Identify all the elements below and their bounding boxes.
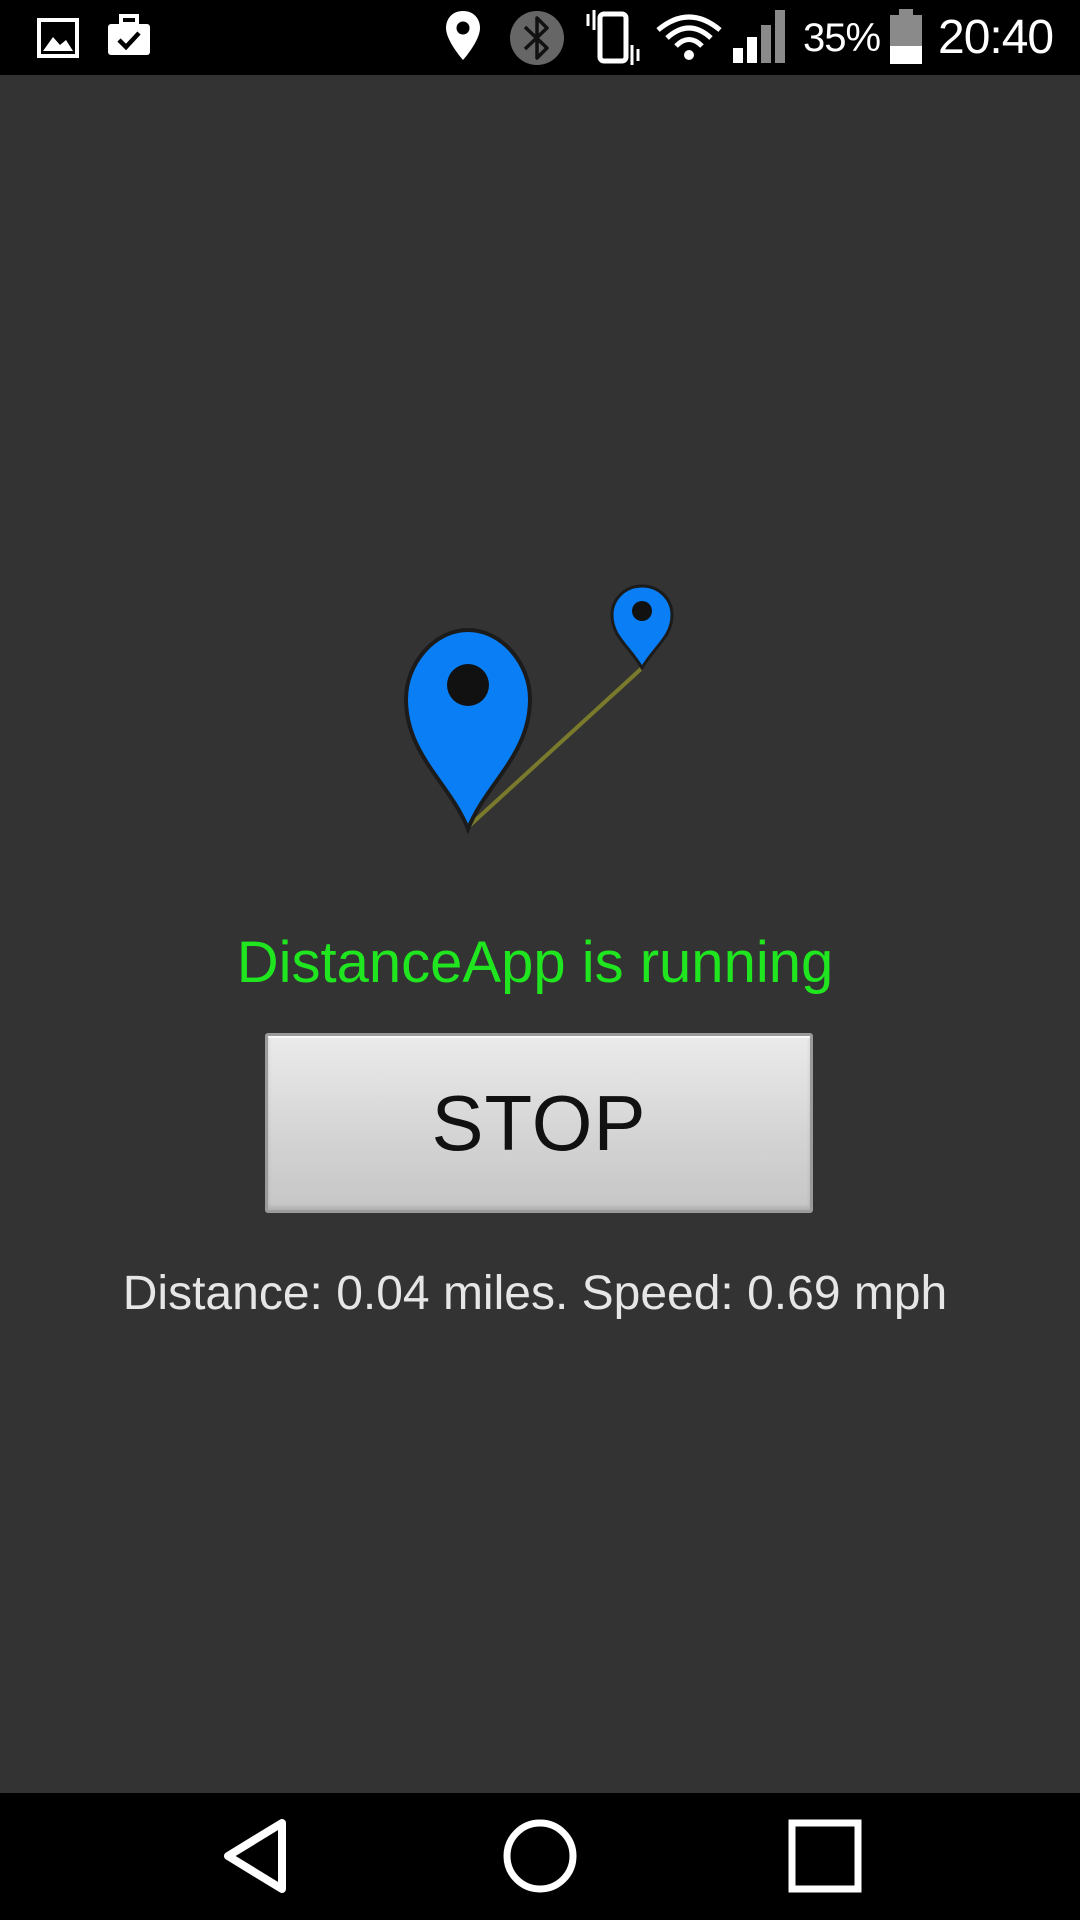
vibrate-icon [582,0,644,75]
stop-button[interactable]: STOP [265,1033,813,1213]
bluetooth-icon [508,0,566,75]
back-icon[interactable] [176,1793,336,1920]
map-pins-route-icon [400,565,680,840]
battery-icon [887,0,925,75]
distance-speed-readout: Distance: 0.04 miles. Speed: 0.69 mph [122,1267,948,1320]
app-screen: 35% 20:40 DistanceApp is running STOP Di… [0,0,1080,1920]
briefcase-check-icon [106,0,152,75]
home-icon[interactable] [460,1793,620,1920]
wifi-icon [655,0,723,75]
navigation-bar [0,1793,1080,1920]
status-bar: 35% 20:40 [0,0,1080,75]
location-icon [442,0,484,75]
running-status-text: DistanceApp is running [236,930,834,995]
clock: 20:40 [938,11,1054,64]
gallery-icon [36,0,80,75]
signal-icon [730,0,796,75]
recents-icon[interactable] [745,1793,905,1920]
battery-percent: 35% [803,16,881,60]
